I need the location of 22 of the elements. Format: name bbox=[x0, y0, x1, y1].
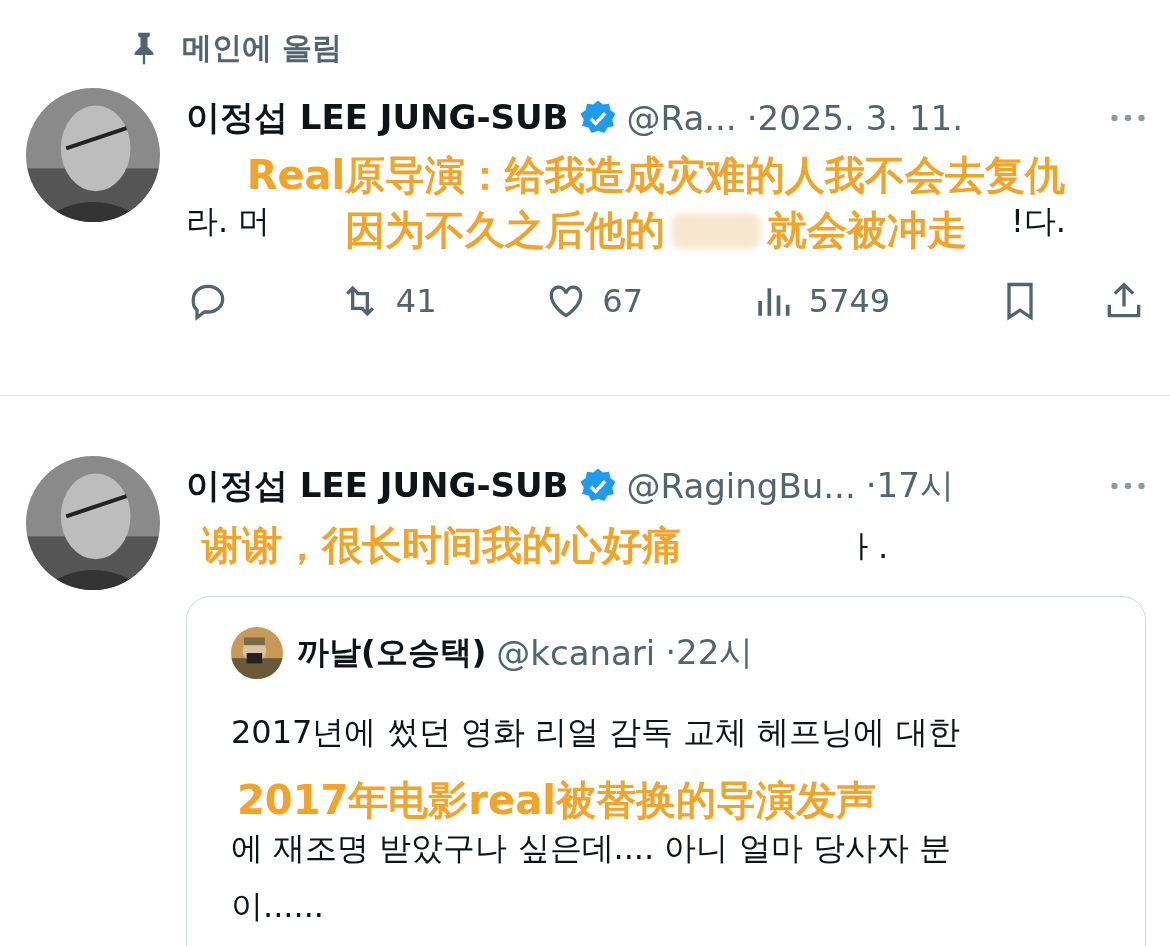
pinned-label: 메인에 올림 bbox=[182, 28, 343, 67]
quote-text-line: 이...... bbox=[231, 886, 326, 927]
quote-post-time: ·22시 bbox=[665, 631, 754, 674]
post-time: ·17시 bbox=[865, 464, 954, 507]
tweet-text: !다. bbox=[1011, 201, 1067, 242]
like-count: 67 bbox=[602, 282, 643, 320]
tweet-text: 라. 머 bbox=[186, 201, 271, 242]
repost-count: 41 bbox=[395, 282, 437, 320]
quote-user-handle[interactable]: @kcanari bbox=[496, 633, 656, 673]
quote-card[interactable]: 까날(오승택) @kcanari ·22시 2017년에 썼던 영화 리얼 감독 교체 헤프닝에 대한 2017年电影real被替换的导演发声 에 재조명 받았구나 싶은데.... 아니 얼마 당사자 분 이...... bbox=[186, 596, 1146, 946]
author-name[interactable]: 이정섭 LEE JUNG-SUB bbox=[186, 95, 569, 141]
author-name[interactable]: 이정섭 LEE JUNG-SUB bbox=[186, 463, 569, 509]
quote-text-line: 에 재조명 받았구나 싶은데.... 아니 얼마 당사자 분 bbox=[231, 828, 952, 869]
tweet-text: ㅏ. bbox=[846, 527, 890, 568]
quote-text-line: 2017년에 썼던 영화 리얼 감독 교체 헤프닝에 대한 bbox=[231, 712, 961, 753]
quote-author-name[interactable]: 까날(오승택) bbox=[297, 631, 487, 675]
more-icon[interactable] bbox=[1110, 113, 1146, 123]
user-handle[interactable]: @RagingBu... bbox=[626, 466, 856, 506]
view-count: 5749 bbox=[808, 282, 891, 320]
post-time: ·2025. 3. 11. bbox=[746, 98, 963, 138]
more-icon[interactable] bbox=[1110, 481, 1146, 491]
user-handle[interactable]: @Ra... bbox=[626, 98, 737, 138]
